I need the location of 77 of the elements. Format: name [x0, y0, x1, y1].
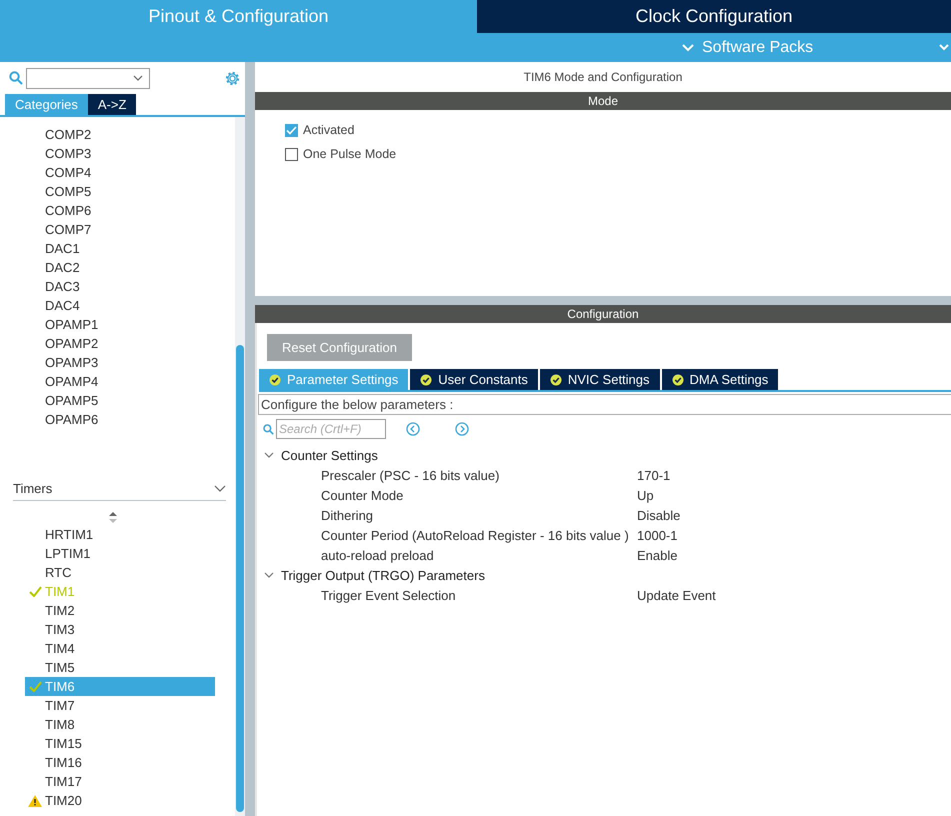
chevron-icon[interactable]: [264, 572, 274, 578]
dropdown-icon: [133, 74, 143, 82]
settings-icon[interactable]: [224, 70, 241, 86]
parameter-value[interactable]: Update Event: [637, 588, 716, 602]
chevron-icon: [682, 44, 694, 52]
peripheral-item[interactable]: TIM16: [25, 753, 215, 772]
check-circle-icon: [672, 374, 684, 386]
parameter-value[interactable]: Disable: [637, 508, 680, 522]
peripheral-item[interactable]: OPAMP6: [25, 410, 215, 429]
peripheral-item[interactable]: TIM4: [25, 639, 215, 658]
check-circle-icon: [550, 374, 562, 386]
peripheral-item[interactable]: DAC3: [25, 277, 215, 296]
panel-title: TIM6 Mode and Configuration: [522, 69, 684, 86]
peripheral-item[interactable]: TIM7: [25, 696, 215, 715]
check-icon: [28, 681, 42, 692]
peripheral-item[interactable]: TIM20: [25, 791, 215, 810]
check-circle-icon: [269, 374, 281, 386]
settings-tab[interactable]: DMA Settings: [662, 369, 778, 390]
parameter-value[interactable]: Up: [637, 488, 654, 502]
peripheral-item[interactable]: OPAMP2: [25, 334, 215, 353]
check-icon: [286, 126, 297, 134]
group-header[interactable]: Trigger Output (TRGO) Parameters: [281, 568, 485, 582]
peripheral-item[interactable]: OPAMP3: [25, 353, 215, 372]
parameter-value[interactable]: Enable: [637, 548, 678, 562]
settings-tab[interactable]: NVIC Settings: [540, 369, 660, 390]
peripheral-item[interactable]: TIM3: [25, 620, 215, 639]
peripheral-item[interactable]: COMP7: [25, 220, 215, 239]
peripheral-item[interactable]: DAC4: [25, 296, 215, 315]
peripheral-item[interactable]: COMP4: [25, 163, 215, 182]
parameter-name: Trigger Event Selection: [321, 588, 457, 602]
scrollbar-thumb[interactable]: [236, 345, 244, 812]
previous-icon[interactable]: [406, 422, 420, 436]
peripheral-item[interactable]: RTC: [25, 563, 215, 582]
search-combo-field[interactable]: [26, 68, 150, 88]
chevron-icon[interactable]: [264, 452, 274, 458]
sort-icon[interactable]: [108, 512, 116, 523]
peripheral-item[interactable]: COMP6: [25, 201, 215, 220]
search-field[interactable]: Search (Crtl+F): [276, 419, 386, 439]
peripheral-item[interactable]: TIM8: [25, 715, 215, 734]
parameter-name: Dithering: [321, 508, 374, 522]
section-bar: Mode: [255, 92, 951, 110]
next-icon[interactable]: [455, 422, 469, 436]
check-circle-icon: [420, 374, 432, 386]
mode-checkbox[interactable]: Activated: [285, 123, 354, 137]
peripheral-item[interactable]: TIM2: [25, 601, 215, 620]
peripheral-item[interactable]: DAC1: [25, 239, 215, 258]
parameter-name: Counter Mode: [321, 488, 404, 502]
hint-text: Configure the below parameters :: [258, 394, 951, 415]
warning-icon: [28, 794, 42, 806]
settings-tab[interactable]: User Constants: [410, 369, 538, 390]
peripheral-item[interactable]: HRTIM1: [25, 525, 215, 544]
peripheral-item[interactable]: DAC2: [25, 258, 215, 277]
peripheral-item[interactable]: TIM5: [25, 658, 215, 677]
parameter-name: Counter Period (AutoReload Register - 16 bits value ): [321, 528, 630, 542]
parameter-value[interactable]: 170-1: [637, 468, 670, 482]
peripheral-item[interactable]: TIM15: [25, 734, 215, 753]
check-icon: [28, 586, 42, 597]
section-bar: Configuration: [255, 305, 951, 323]
view-tab[interactable]: A->Z: [88, 94, 136, 115]
category-header[interactable]: Timers: [13, 481, 226, 501]
parameter-value[interactable]: 1000-1: [637, 528, 678, 542]
search-icon: [263, 424, 274, 434]
mode-checkbox[interactable]: One Pulse Mode: [285, 147, 396, 161]
parameter-name: Prescaler (PSC - 16 bits value): [321, 468, 500, 482]
peripheral-item[interactable]: OPAMP4: [25, 372, 215, 391]
peripheral-item[interactable]: TIM17: [25, 772, 215, 791]
parameter-name: auto-reload preload: [321, 548, 435, 562]
peripheral-item[interactable]: COMP5: [25, 182, 215, 201]
header-tab[interactable]: Clock Configuration: [477, 0, 951, 33]
peripheral-item[interactable]: LPTIM1: [25, 544, 215, 563]
peripheral-item[interactable]: COMP3: [25, 144, 215, 163]
group-header[interactable]: Counter Settings: [281, 448, 378, 462]
peripheral-item[interactable]: COMP2: [25, 125, 215, 144]
peripheral-item[interactable]: OPAMP5: [25, 391, 215, 410]
chevron-icon: [214, 485, 226, 492]
peripheral-item[interactable]: OPAMP1: [25, 315, 215, 334]
search-icon: [9, 71, 23, 85]
